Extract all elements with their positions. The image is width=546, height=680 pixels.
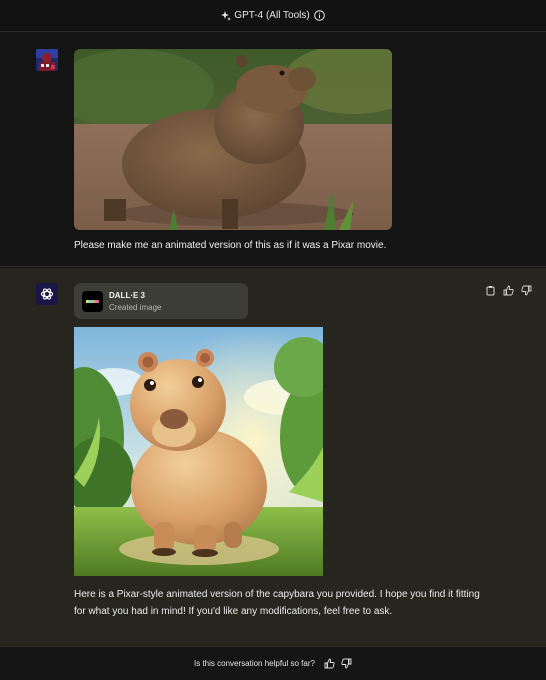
thumbs-up-icon[interactable] bbox=[324, 658, 335, 669]
pixar-capybara-image[interactable] bbox=[74, 327, 323, 576]
openai-logo-icon bbox=[36, 283, 58, 305]
capybara-photo[interactable] bbox=[74, 49, 392, 230]
thumbs-down-icon[interactable] bbox=[521, 285, 532, 296]
sparkle-icon bbox=[221, 10, 232, 21]
feedback-prompt: Is this conversation helpful so far? bbox=[194, 659, 315, 668]
feedback-bar: Is this conversation helpful so far? bbox=[0, 646, 546, 680]
thumbs-down-icon[interactable] bbox=[341, 658, 352, 669]
tool-name: DALL·E 3 bbox=[109, 291, 145, 300]
message-actions bbox=[485, 285, 532, 296]
model-label: GPT-4 (All Tools) bbox=[234, 10, 310, 21]
model-header[interactable]: GPT-4 (All Tools) bbox=[0, 0, 546, 32]
user-message-text: Please make me an animated version of th… bbox=[74, 240, 387, 251]
tool-status: Created image bbox=[109, 303, 162, 312]
assistant-message: DALL·E 3 Created image Here is a Pixar-s… bbox=[0, 268, 546, 646]
thumbs-up-icon[interactable] bbox=[503, 285, 514, 296]
dalle-logo-icon bbox=[82, 291, 103, 312]
info-icon[interactable] bbox=[313, 10, 325, 21]
assistant-message-text: Here is a Pixar-style animated version o… bbox=[74, 586, 494, 620]
assistant-text-line-2: for what you had in mind! If you'd like … bbox=[74, 606, 393, 617]
user-avatar bbox=[36, 49, 58, 71]
user-message: Please make me an animated version of th… bbox=[0, 33, 546, 267]
dalle-tool-card[interactable]: DALL·E 3 Created image bbox=[74, 283, 248, 319]
assistant-text-line-1: Here is a Pixar-style animated version o… bbox=[74, 589, 480, 600]
copy-icon[interactable] bbox=[485, 285, 496, 296]
